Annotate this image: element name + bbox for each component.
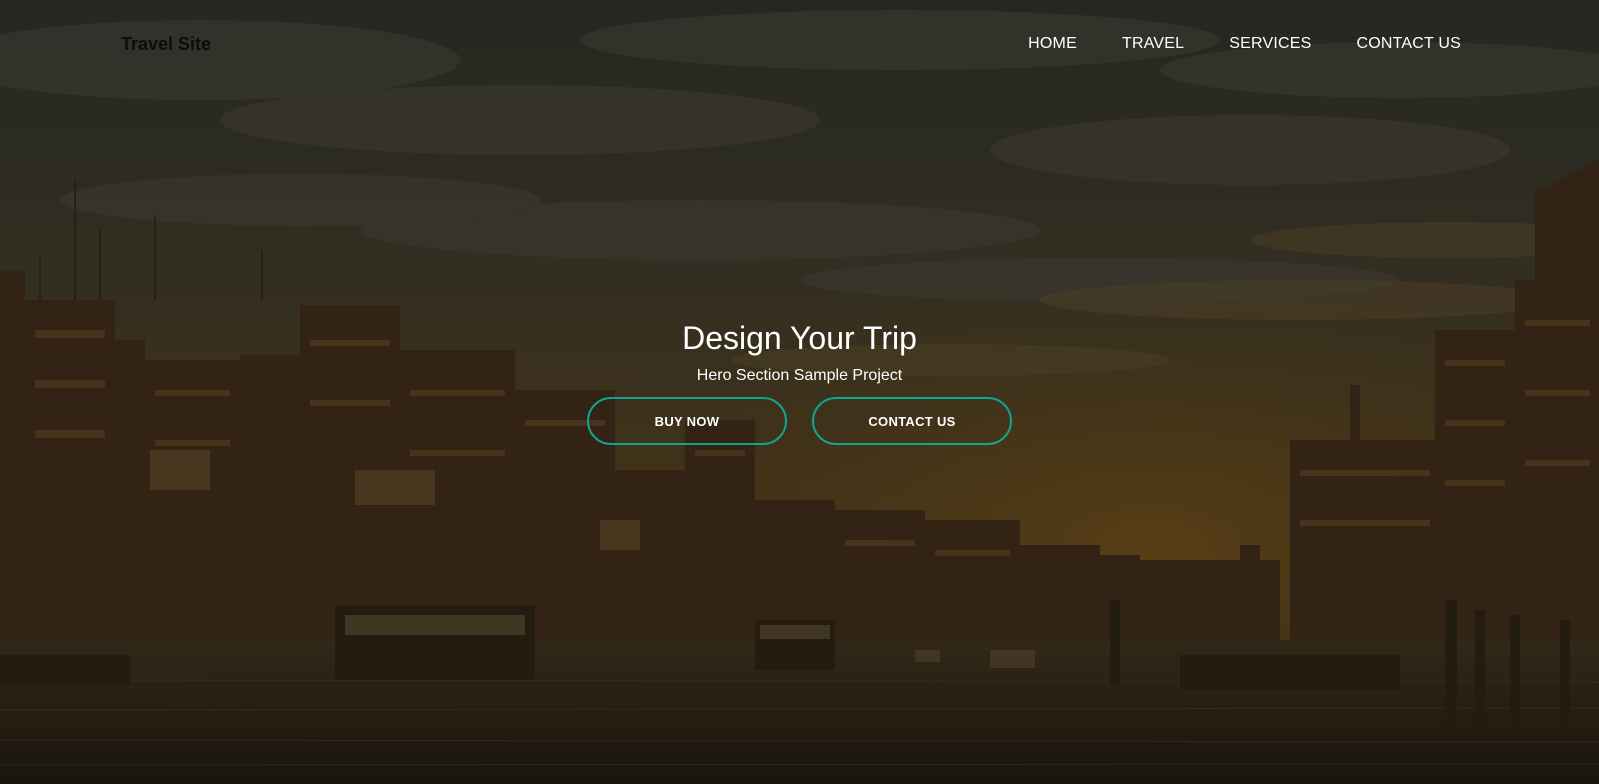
nav-links: HOME TRAVEL SERVICES CONTACT US (983, 35, 1461, 53)
hero-buttons: BUY NOW CONTACT US (0, 397, 1599, 445)
hero-title: Design Your Trip (682, 320, 917, 356)
buy-now-button[interactable]: BUY NOW (587, 397, 787, 445)
nav-link-travel[interactable]: TRAVEL (1122, 35, 1184, 53)
hero-section: Travel Site HOME TRAVEL SERVICES CONTACT… (0, 0, 1599, 784)
hero-subtitle: Hero Section Sample Project (696, 367, 903, 384)
navbar: Travel Site HOME TRAVEL SERVICES CONTACT… (0, 0, 1599, 90)
nav-link-home[interactable]: HOME (1028, 35, 1077, 53)
contact-us-button[interactable]: CONTACT US (812, 397, 1012, 445)
nav-link-contact-us[interactable]: CONTACT US (1356, 35, 1461, 53)
hero-content: Design Your Trip Hero Section Sample Pro… (0, 318, 1599, 445)
nav-link-services[interactable]: SERVICES (1229, 35, 1311, 53)
site-logo[interactable]: Travel Site (121, 34, 211, 55)
